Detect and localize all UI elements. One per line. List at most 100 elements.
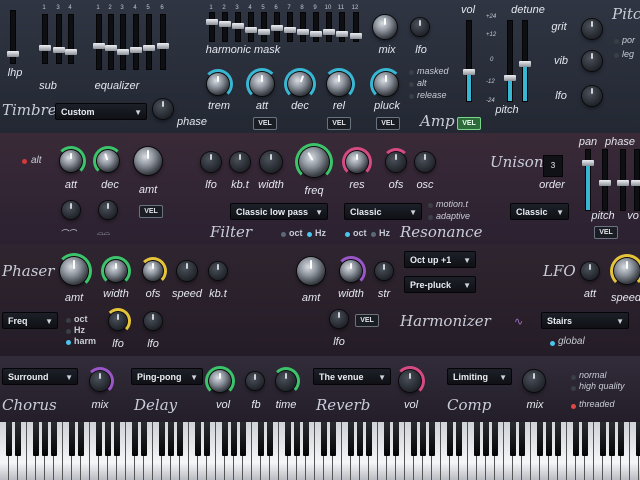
- black-key[interactable]: [474, 422, 480, 456]
- harmonizer-vel-button[interactable]: VEL: [355, 314, 379, 327]
- black-key[interactable]: [546, 422, 552, 456]
- filter-ofs-knob[interactable]: [382, 148, 410, 172]
- black-key[interactable]: [519, 422, 525, 456]
- alt-led[interactable]: [409, 82, 414, 87]
- black-key[interactable]: [537, 422, 543, 456]
- eq-fader-2[interactable]: [105, 14, 117, 70]
- filter-hz-led[interactable]: [307, 232, 312, 237]
- alt-option[interactable]: alt: [417, 78, 427, 88]
- black-key[interactable]: [33, 422, 39, 456]
- filter-width-knob[interactable]: [260, 151, 282, 173]
- filter-dec-knob[interactable]: [93, 146, 123, 176]
- motion-t-option[interactable]: motion.t: [436, 199, 468, 209]
- filter-env-knob-2[interactable]: [99, 201, 117, 219]
- black-key[interactable]: [321, 422, 327, 456]
- black-key[interactable]: [618, 422, 624, 456]
- black-key[interactable]: [366, 422, 372, 456]
- legato-option[interactable]: leg: [622, 49, 634, 59]
- threaded-led[interactable]: [571, 404, 576, 409]
- black-key[interactable]: [420, 422, 426, 456]
- harmonic-fader-9[interactable]: [310, 12, 322, 42]
- black-key[interactable]: [51, 422, 57, 456]
- filter-res-knob[interactable]: [342, 147, 372, 177]
- detune-fader[interactable]: [519, 20, 531, 102]
- filter-kbt-knob[interactable]: [230, 152, 250, 172]
- phase-knob[interactable]: [153, 99, 173, 119]
- amp-dec-knob[interactable]: [284, 68, 316, 100]
- unison-phase-fader-2[interactable]: [617, 149, 629, 211]
- filter-oct-option[interactable]: oct: [289, 228, 303, 238]
- sub-fader-3[interactable]: [65, 14, 77, 64]
- phaser-lfo-knob-2[interactable]: [144, 312, 162, 330]
- black-key[interactable]: [132, 422, 138, 456]
- res-hz-led[interactable]: [371, 232, 376, 237]
- black-key[interactable]: [510, 422, 516, 456]
- keys-container[interactable]: [0, 422, 640, 480]
- filter-oct-led[interactable]: [281, 232, 286, 237]
- eq-fader-1[interactable]: [93, 14, 105, 70]
- eq-fader-6[interactable]: [157, 14, 169, 70]
- black-key[interactable]: [429, 422, 435, 456]
- black-key[interactable]: [6, 422, 12, 456]
- filter-att-knob[interactable]: [56, 146, 86, 176]
- grit-knob[interactable]: [582, 19, 602, 39]
- portamento-led[interactable]: [614, 39, 619, 44]
- phaser-hz-led[interactable]: [66, 329, 71, 334]
- phaser-width-knob[interactable]: [101, 256, 131, 286]
- chorus-mode-dropdown[interactable]: Surround ▼: [2, 368, 78, 385]
- phaser-mode-dropdown[interactable]: Freq ▼: [2, 312, 58, 329]
- filter-vel-button[interactable]: VEL: [139, 205, 163, 218]
- black-key[interactable]: [573, 422, 579, 456]
- release-led[interactable]: [409, 94, 414, 99]
- filter-hz-option[interactable]: Hz: [315, 228, 326, 238]
- black-key[interactable]: [447, 422, 453, 456]
- delay-time-knob[interactable]: [272, 367, 300, 395]
- black-key[interactable]: [114, 422, 120, 456]
- black-key[interactable]: [159, 422, 165, 456]
- timbre-lfo-knob[interactable]: [411, 18, 429, 36]
- filter-osc-knob[interactable]: [415, 152, 435, 172]
- black-key[interactable]: [204, 422, 210, 456]
- portamento-option[interactable]: por: [622, 35, 635, 45]
- black-key[interactable]: [555, 422, 561, 456]
- res-hz-option[interactable]: Hz: [379, 228, 390, 238]
- black-key[interactable]: [483, 422, 489, 456]
- harmonizer-str-knob[interactable]: [375, 262, 393, 280]
- harmonic-fader-4[interactable]: [245, 12, 257, 42]
- mix-knob[interactable]: [373, 15, 397, 39]
- filter-alt-option[interactable]: alt: [31, 155, 42, 166]
- masked-option[interactable]: masked: [417, 66, 449, 76]
- black-key[interactable]: [105, 422, 111, 456]
- pluck-vel-button[interactable]: VEL: [376, 117, 400, 130]
- lfo-speed-knob[interactable]: [610, 254, 640, 288]
- adaptive-led[interactable]: [428, 215, 433, 220]
- pitch-fader[interactable]: [504, 20, 516, 102]
- comp-mode-dropdown[interactable]: Limiting ▼: [447, 368, 512, 385]
- harmonizer-width-knob[interactable]: [336, 256, 366, 286]
- unison-vel-button[interactable]: VEL: [594, 226, 618, 239]
- black-key[interactable]: [294, 422, 300, 456]
- filter-amt-knob[interactable]: [134, 147, 162, 175]
- motion-t-led[interactable]: [428, 203, 433, 208]
- filter-lfo-knob[interactable]: [201, 152, 221, 172]
- black-key[interactable]: [222, 422, 228, 456]
- phaser-harm-led[interactable]: [66, 340, 71, 345]
- vol-fader[interactable]: [463, 20, 475, 102]
- harmonic-fader-2[interactable]: [219, 12, 231, 42]
- black-key[interactable]: [177, 422, 183, 456]
- eq-fader-5[interactable]: [143, 14, 155, 70]
- delay-vol-knob[interactable]: [205, 366, 235, 396]
- quality-high-led[interactable]: [571, 386, 576, 391]
- black-key[interactable]: [357, 422, 363, 456]
- phaser-speed-knob[interactable]: [177, 261, 197, 281]
- harmonizer-mode-dropdown-2[interactable]: Pre-pluck ▼: [404, 276, 476, 293]
- comp-mix-knob[interactable]: [523, 370, 545, 392]
- timbre-preset-dropdown[interactable]: Custom ▼: [55, 103, 147, 120]
- unison-pan-fader[interactable]: [582, 149, 594, 211]
- att-vel-button[interactable]: VEL: [253, 117, 277, 130]
- filter-freq-knob[interactable]: [295, 143, 333, 181]
- threaded-option[interactable]: threaded: [579, 399, 615, 409]
- chorus-mix-knob[interactable]: [86, 367, 114, 395]
- legato-led[interactable]: [614, 53, 619, 58]
- resonance-type-dropdown[interactable]: Classic ▼: [344, 203, 422, 220]
